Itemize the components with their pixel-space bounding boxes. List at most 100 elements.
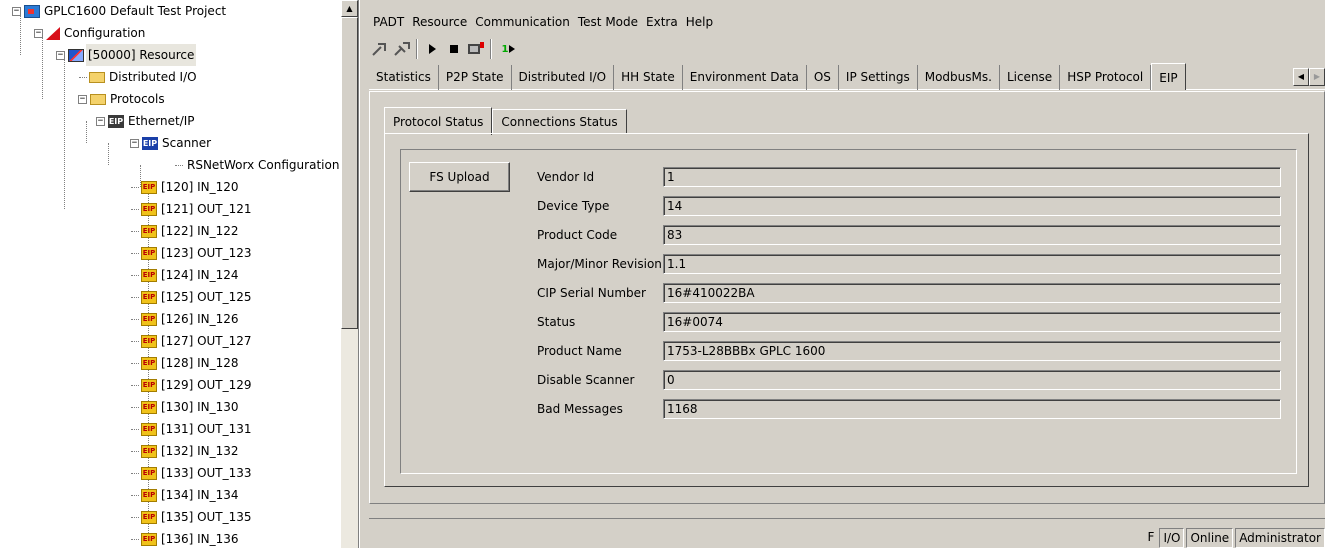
- tab-eip[interactable]: EIP: [1151, 63, 1186, 90]
- tab-environment-data[interactable]: Environment Data: [683, 65, 807, 90]
- tab-hh-state[interactable]: HH State: [614, 65, 683, 90]
- field-value[interactable]: 14: [663, 196, 1281, 216]
- download-icon[interactable]: [465, 38, 487, 60]
- tab-hsp-protocol[interactable]: HSP Protocol: [1060, 65, 1152, 90]
- tab-p2p-state[interactable]: P2P State: [439, 65, 512, 90]
- tab-distributed-i-o[interactable]: Distributed I/O: [512, 65, 615, 90]
- tree-item[interactable]: − GPLC1600 Default Test Project: [12, 0, 228, 22]
- tree-branch-line: [131, 494, 139, 496]
- tree-item[interactable]: EIP [134] IN_134: [131, 484, 241, 506]
- field-value[interactable]: 16#0074: [663, 312, 1281, 332]
- tree-item[interactable]: EIP [120] IN_120: [131, 176, 241, 198]
- tree-item-label: [50000] Resource: [86, 44, 197, 66]
- eip-io-icon: EIP: [141, 356, 157, 370]
- field-value[interactable]: 1168: [663, 399, 1281, 419]
- scrollbar-thumb[interactable]: [341, 17, 358, 329]
- disconnect-icon[interactable]: [391, 38, 413, 60]
- menu-resource[interactable]: Resource: [408, 12, 471, 32]
- tree-item[interactable]: Distributed I/O: [79, 66, 199, 88]
- tree-item-label: [128] IN_128: [161, 356, 239, 370]
- tree-collapse-icon[interactable]: −: [56, 50, 65, 60]
- tree-item[interactable]: EIP [131] OUT_131: [131, 418, 254, 440]
- tree-item-label: [136] IN_136: [161, 532, 239, 546]
- subtab-protocol-status[interactable]: Protocol Status: [384, 107, 493, 135]
- menu-extra[interactable]: Extra: [642, 12, 682, 32]
- toolbar-separator: [416, 39, 418, 59]
- tree-scrollbar[interactable]: ▲: [341, 0, 358, 548]
- menu-communication[interactable]: Communication: [471, 12, 574, 32]
- tree-item[interactable]: EIP [130] IN_130: [131, 396, 241, 418]
- tab-os[interactable]: OS: [807, 65, 839, 90]
- tree-item[interactable]: EIP [128] IN_128: [131, 352, 241, 374]
- tree-item[interactable]: EIP [122] IN_122: [131, 220, 241, 242]
- tree-item[interactable]: RSNetWorx Configuration: [175, 154, 341, 176]
- tree-item[interactable]: EIP [121] OUT_121: [131, 198, 254, 220]
- field-value[interactable]: 1.1: [663, 254, 1281, 274]
- tree-item[interactable]: − Protocols: [78, 88, 167, 110]
- tree-item[interactable]: − EIP Ethernet/IP: [96, 110, 197, 132]
- tree-item[interactable]: EIP [126] IN_126: [131, 308, 241, 330]
- field-row: Status 16#0074: [537, 312, 1281, 332]
- eip-io-icon: EIP: [141, 488, 157, 502]
- toolbar-separator: [490, 39, 492, 59]
- tree-item[interactable]: − EIP Scanner: [130, 132, 213, 154]
- tree-item[interactable]: EIP [135] OUT_135: [131, 506, 254, 528]
- tree-item[interactable]: EIP [129] OUT_129: [131, 374, 254, 396]
- field-value[interactable]: 1: [663, 167, 1281, 187]
- pane-splitter[interactable]: [359, 0, 369, 548]
- field-row: Vendor Id 1: [537, 167, 1281, 187]
- tree-item-label: Protocols: [110, 92, 165, 106]
- tree-collapse-icon[interactable]: −: [34, 28, 43, 38]
- tab-scroll-right-icon[interactable]: ▶: [1309, 68, 1325, 86]
- tree-branch-line: [131, 208, 139, 210]
- tree-branch-line: [79, 76, 87, 78]
- tree-collapse-icon[interactable]: −: [12, 6, 21, 16]
- tree-connector-line: [108, 143, 109, 165]
- tree-branch-line: [131, 274, 139, 276]
- tree-item[interactable]: EIP [136] IN_136: [131, 528, 241, 548]
- tab-modbusms[interactable]: ModbusMs.: [918, 65, 1000, 90]
- tree-item[interactable]: EIP [132] IN_132: [131, 440, 241, 462]
- tree-item-label: [124] IN_124: [161, 268, 239, 282]
- step-icon[interactable]: 1: [495, 38, 523, 60]
- tree-item[interactable]: EIP [123] OUT_123: [131, 242, 254, 264]
- tree-item[interactable]: − Configuration: [34, 22, 147, 44]
- tab-statistics[interactable]: Statistics: [369, 65, 439, 90]
- tree-item[interactable]: − [50000] Resource: [56, 44, 197, 66]
- tree-branch-line: [131, 538, 139, 540]
- tree-branch-line: [175, 164, 183, 166]
- status-bar: F I/O Online Administrator: [369, 518, 1325, 548]
- tab-ip-settings[interactable]: IP Settings: [839, 65, 918, 90]
- menu-help[interactable]: Help: [682, 12, 717, 32]
- tab-scroll-left-icon[interactable]: ◀: [1293, 68, 1309, 86]
- menu-test-mode[interactable]: Test Mode: [574, 12, 642, 32]
- stop-icon[interactable]: [443, 38, 465, 60]
- run-icon[interactable]: [421, 38, 443, 60]
- tab-license[interactable]: License: [1000, 65, 1061, 90]
- field-value[interactable]: 83: [663, 225, 1281, 245]
- tree-item[interactable]: EIP [124] IN_124: [131, 264, 241, 286]
- field-value[interactable]: 16#410022BA: [663, 283, 1281, 303]
- menu-padt[interactable]: PADT: [369, 12, 408, 32]
- connect-icon[interactable]: [369, 38, 391, 60]
- tree-item[interactable]: EIP [125] OUT_125: [131, 286, 254, 308]
- tree-item-label: Configuration: [64, 26, 146, 40]
- project-icon: [24, 4, 40, 18]
- tree-item[interactable]: EIP [127] OUT_127: [131, 330, 254, 352]
- fs-upload-button[interactable]: FS Upload: [409, 162, 510, 192]
- tree-collapse-icon[interactable]: −: [96, 116, 105, 126]
- field-row: Device Type 14: [537, 196, 1281, 216]
- field-value[interactable]: 0: [663, 370, 1281, 390]
- scroll-up-arrow-icon[interactable]: ▲: [341, 0, 358, 17]
- tree-item[interactable]: EIP [133] OUT_133: [131, 462, 254, 484]
- field-row: Disable Scanner 0: [537, 370, 1281, 390]
- eip-io-icon: EIP: [141, 312, 157, 326]
- tree-item-label: [126] IN_126: [161, 312, 239, 326]
- tree-collapse-icon[interactable]: −: [130, 138, 139, 148]
- connection-status: Online: [1186, 528, 1234, 548]
- tree-collapse-icon[interactable]: −: [78, 94, 87, 104]
- field-value[interactable]: 1753-L28BBBx GPLC 1600: [663, 341, 1281, 361]
- force-status: F: [1147, 530, 1155, 544]
- subtab-connections-status[interactable]: Connections Status: [492, 109, 627, 133]
- io-status: I/O: [1159, 528, 1185, 548]
